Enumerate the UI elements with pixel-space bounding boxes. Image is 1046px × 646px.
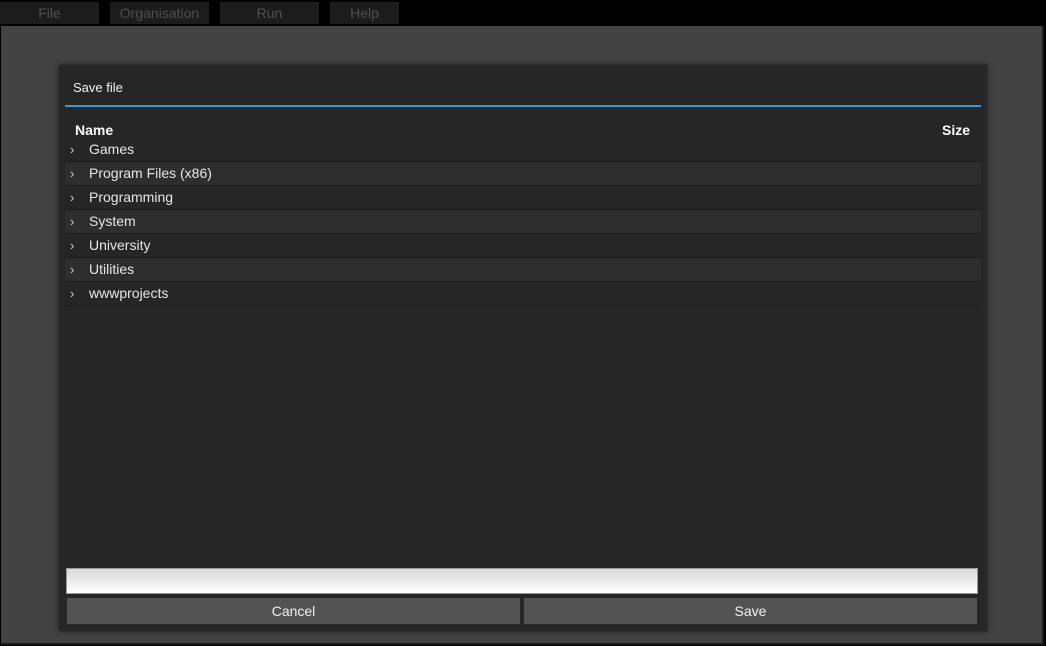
menu-run[interactable]: Run <box>220 2 319 24</box>
column-header-name[interactable]: Name <box>75 122 113 138</box>
chevron-right-icon[interactable]: › <box>70 237 80 253</box>
chevron-right-icon[interactable]: › <box>70 213 80 229</box>
list-item[interactable]: › Program Files (x86) <box>65 162 981 186</box>
folder-name: Program Files (x86) <box>89 165 212 181</box>
menu-bar: File Organisation Run Help <box>0 0 1046 26</box>
menu-file[interactable]: File <box>0 2 99 24</box>
list-item[interactable]: › Utilities <box>65 258 981 282</box>
list-item[interactable]: › System <box>65 210 981 234</box>
chevron-right-icon[interactable]: › <box>70 285 80 301</box>
folder-name: Programming <box>89 189 174 205</box>
menu-help[interactable]: Help <box>330 2 399 24</box>
chevron-right-icon[interactable]: › <box>70 189 80 205</box>
application-window: File Organisation Run Help Save file Nam… <box>0 0 1046 646</box>
file-list[interactable]: › Games › Program Files (x86) › Programm… <box>65 138 981 306</box>
chevron-right-icon[interactable]: › <box>70 261 80 277</box>
folder-name: Utilities <box>89 261 135 277</box>
menu-organisation[interactable]: Organisation <box>110 2 209 24</box>
title-divider <box>65 105 981 107</box>
cancel-button[interactable]: Cancel <box>66 597 521 625</box>
folder-name: University <box>89 237 151 253</box>
list-item[interactable]: › wwwprojects <box>65 282 981 306</box>
dialog-title: Save file <box>73 80 123 95</box>
save-file-dialog: Save file Name Size › Games › Program Fi… <box>59 65 987 631</box>
folder-name: Games <box>89 141 135 157</box>
list-item[interactable]: › University <box>65 234 981 258</box>
folder-name: wwwprojects <box>89 285 169 301</box>
filename-input[interactable] <box>66 568 978 594</box>
column-header-size[interactable]: Size <box>942 122 970 138</box>
list-item[interactable]: › Programming <box>65 186 981 210</box>
folder-name: System <box>89 213 136 229</box>
save-button[interactable]: Save <box>523 597 978 625</box>
workspace: Save file Name Size › Games › Program Fi… <box>1 26 1044 645</box>
chevron-right-icon[interactable]: › <box>70 141 80 157</box>
chevron-right-icon[interactable]: › <box>70 165 80 181</box>
list-item[interactable]: › Games <box>65 138 981 162</box>
